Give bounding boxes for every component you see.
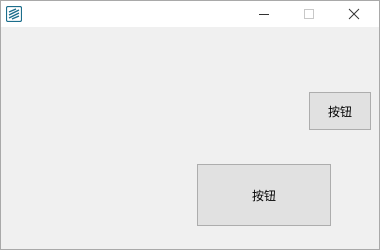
maximize-button[interactable] <box>286 1 332 27</box>
small-button-label: 按钮 <box>327 104 352 119</box>
small-button[interactable]: 按钮 <box>309 92 371 130</box>
close-button[interactable] <box>331 1 377 27</box>
close-icon <box>348 5 360 24</box>
minimize-icon <box>258 5 270 24</box>
large-button-label: 按钮 <box>251 188 276 203</box>
minimize-button[interactable] <box>241 1 287 27</box>
app-window: 按钮 按钮 <box>0 0 380 250</box>
large-button[interactable]: 按钮 <box>197 164 331 226</box>
maximize-icon <box>303 5 315 24</box>
app-logo-icon <box>5 5 23 23</box>
title-bar[interactable] <box>1 1 379 27</box>
